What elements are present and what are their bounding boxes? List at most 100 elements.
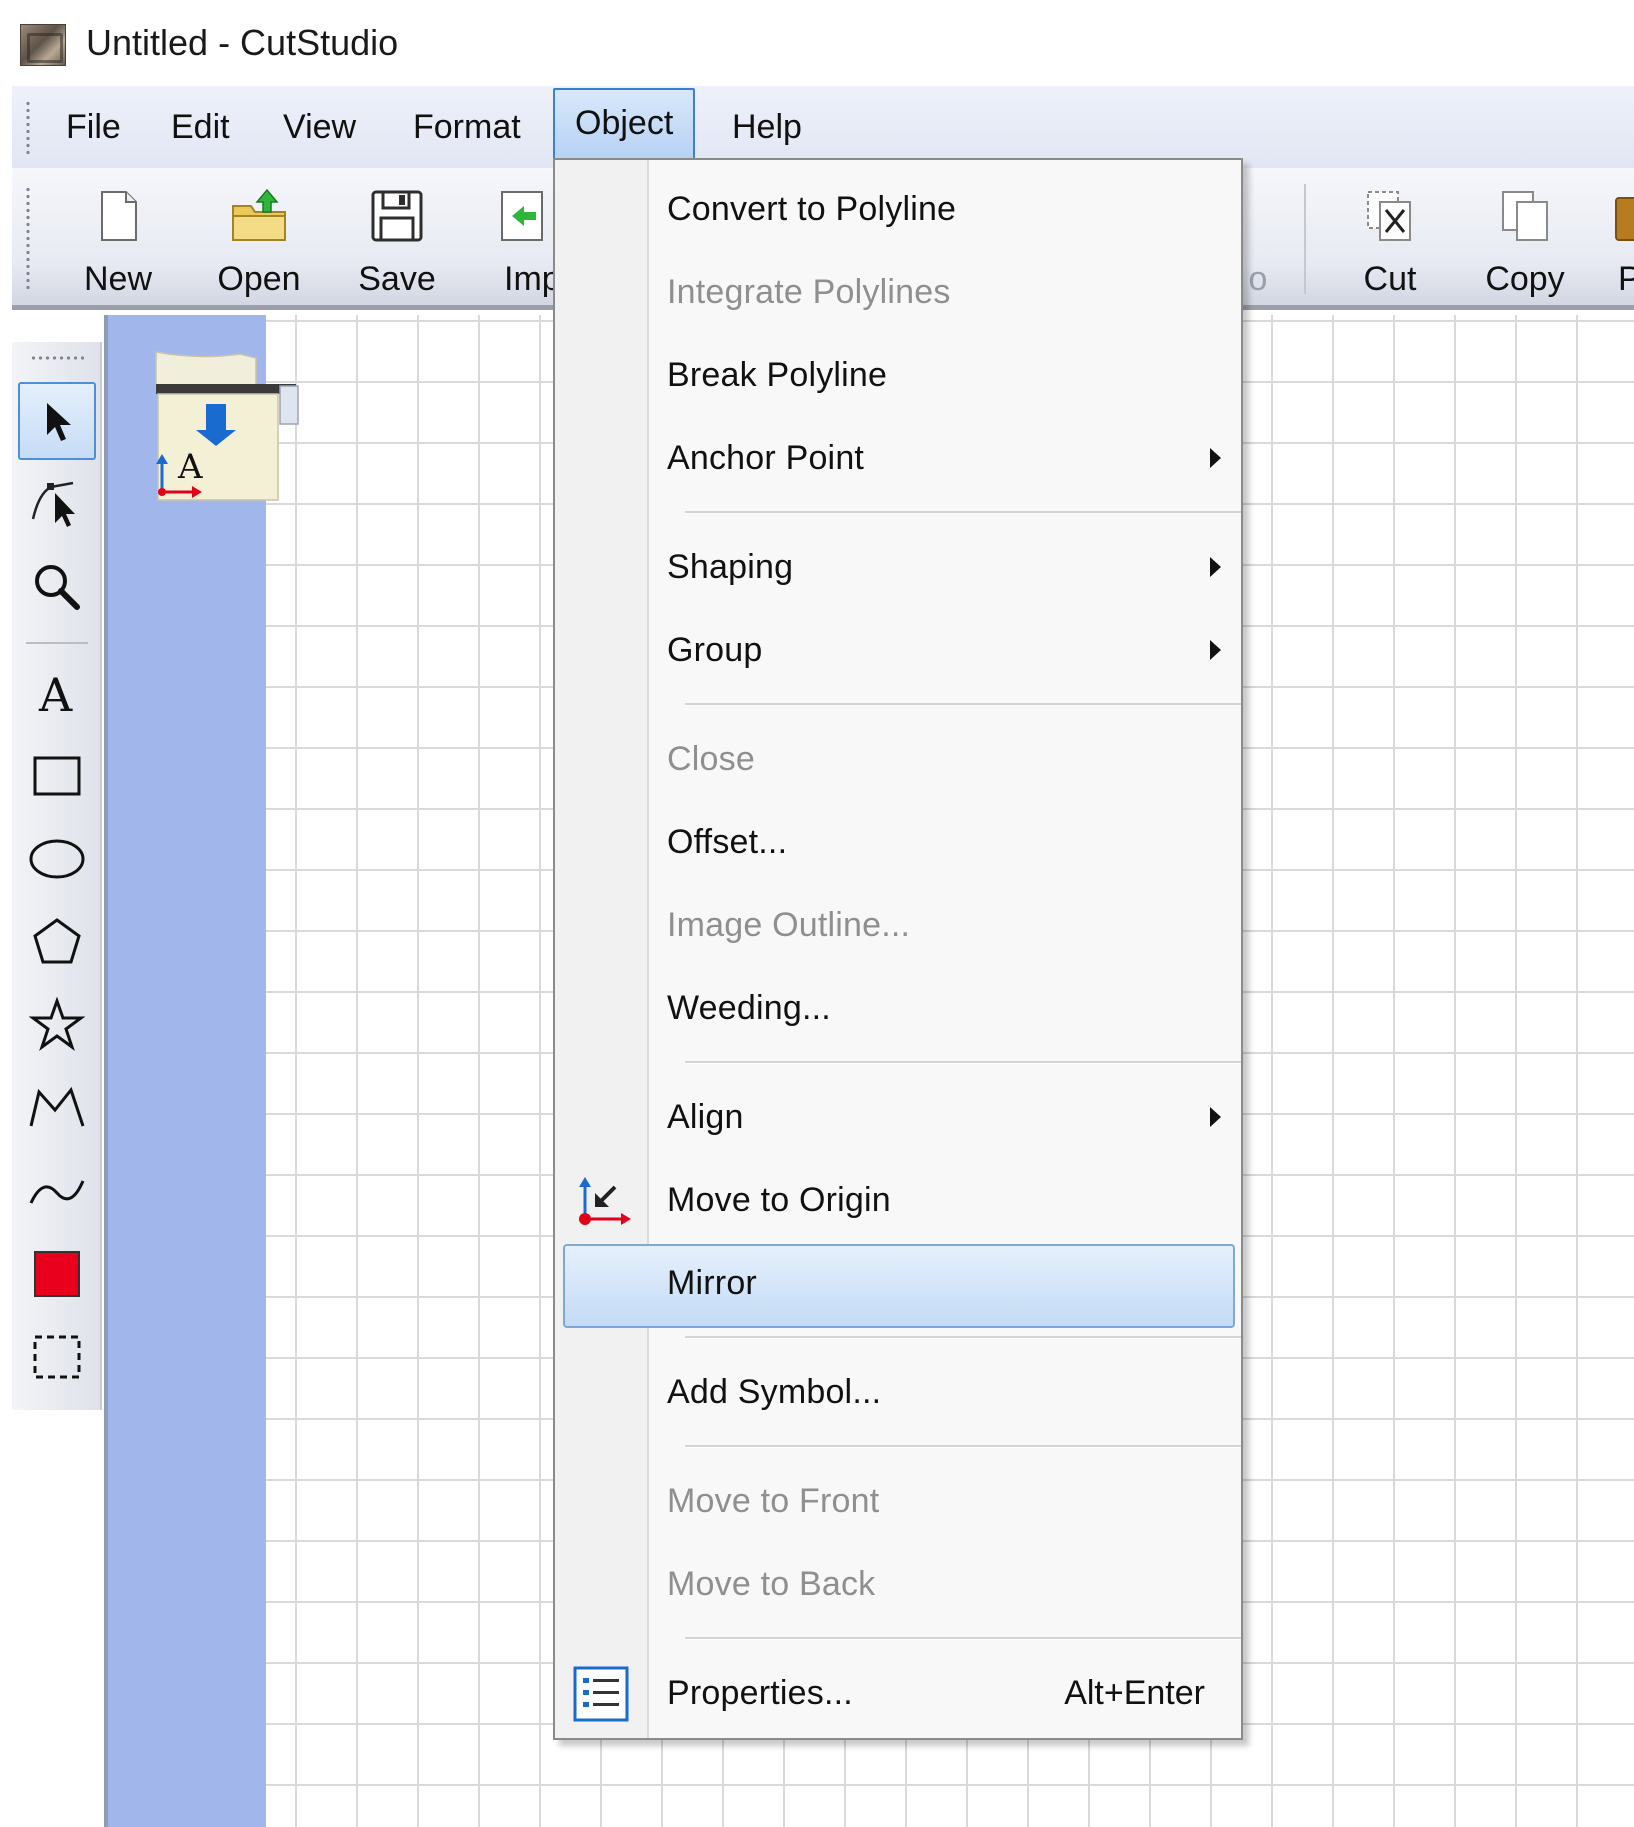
menu-item-label: Move to Front [667,1482,880,1520]
menu-item-move-to-origin[interactable]: Move to Origin [555,1159,1241,1241]
menu-item-break-polyline[interactable]: Break Polyline [555,334,1241,416]
menu-item-label: Properties... [667,1674,853,1712]
menu-item-properties[interactable]: Properties... Alt+Enter [555,1652,1241,1734]
new-button-label: New [83,260,153,298]
save-button-label: Save [358,260,436,298]
menu-separator [685,1061,1241,1064]
menu-item-label: Break Polyline [667,356,888,394]
copy-icon [1502,191,1548,241]
menu-item-label: Offset... [667,823,788,861]
zoom-icon [35,565,80,610]
ellipse-tool-icon [29,839,85,879]
menu-separator [685,1445,1241,1448]
menu-item-shaping[interactable]: Shaping [555,526,1241,608]
menu-item-label: Align [667,1098,744,1136]
cut-icon [1367,191,1411,241]
import-button[interactable]: Imp [482,168,562,310]
paste-button[interactable]: Pa [1604,168,1634,310]
menu-object[interactable]: Object [553,88,696,160]
rectangle-tool[interactable] [18,737,96,815]
menu-separator [685,1637,1241,1640]
cutting-machine-icon[interactable]: A [140,346,310,516]
curve-tool[interactable] [18,1152,96,1230]
menu-item-mirror[interactable]: Mirror [555,1242,1241,1328]
canvas-page-edge [104,315,108,1827]
menu-item-move-to-front: Move to Front [555,1460,1241,1542]
copy-button-label: Copy [1485,260,1565,298]
polygon-tool-icon [33,918,81,964]
svg-text:A: A [177,447,203,487]
text-tool-icon: A [38,668,73,721]
menu-item-label: Shaping [667,548,794,586]
partial-toolbar-button[interactable]: o [1238,168,1278,310]
move-to-origin-icon [579,1177,631,1225]
cut-button[interactable]: Cut [1330,168,1450,310]
menu-item-label: Anchor Point [667,439,865,477]
menu-item-label: Group [667,631,763,669]
menu-item-label: Add Symbol... [667,1373,882,1411]
menu-file[interactable]: File [66,86,121,168]
menu-item-convert-to-polyline[interactable]: Convert to Polyline [555,168,1241,250]
text-tool[interactable]: A [18,654,96,732]
open-button[interactable]: Open [196,168,322,310]
menu-separator [685,511,1241,514]
menu-item-move-to-back: Move to Back [555,1543,1241,1625]
menu-item-align[interactable]: Align [555,1076,1241,1158]
toolbar-grip[interactable] [26,186,30,290]
menu-view[interactable]: View [283,86,356,168]
ellipse-tool[interactable] [18,820,96,898]
cutstudio-app-icon [20,24,66,66]
canvas-page-strip [108,315,266,1827]
polygon-tool[interactable] [18,903,96,981]
new-document-icon [101,191,137,241]
menu-item-group[interactable]: Group [555,609,1241,691]
menu-item-shortcut: Alt+Enter [1064,1674,1205,1712]
zoom-tool[interactable] [18,548,96,626]
tool-palette-grip[interactable] [30,356,84,360]
menu-format[interactable]: Format [413,86,521,168]
paste-button-label: Pa [1618,260,1634,298]
open-folder-icon [232,188,286,241]
menu-item-integrate-polylines: Integrate Polylines [555,251,1241,333]
menu-item-label: Image Outline... [667,906,911,944]
star-tool[interactable] [18,986,96,1064]
marquee-select-icon [33,1335,81,1379]
import-icon [501,191,543,241]
fill-color-icon [34,1251,80,1297]
open-button-label: Open [217,260,301,298]
window-title: Untitled - CutStudio [86,22,399,63]
properties-list-icon [573,1666,629,1722]
curve-tool-icon [29,1180,85,1204]
menu-separator [685,1336,1241,1339]
menu-item-anchor-point[interactable]: Anchor Point [555,417,1241,499]
menubar-grip[interactable] [26,100,30,154]
save-button[interactable]: Save [342,168,452,310]
paste-icon [1615,197,1634,241]
menu-item-weeding[interactable]: Weeding... [555,967,1241,1049]
menu-help[interactable]: Help [732,86,802,168]
save-floppy-icon [371,190,423,242]
submenu-arrow-icon [1210,557,1221,577]
svg-text:A: A [38,668,73,721]
menu-edit[interactable]: Edit [171,86,230,168]
menu-bar: File Edit View Format Object Help [12,86,1634,168]
submenu-arrow-icon [1210,1107,1221,1127]
copy-button[interactable]: Copy [1460,168,1590,310]
toolbar-separator [1304,184,1306,294]
star-tool-icon [29,997,85,1051]
menu-item-add-symbol[interactable]: Add Symbol... [555,1351,1241,1433]
menu-item-label: Weeding... [667,989,831,1027]
select-arrow-icon [47,403,71,441]
menu-item-close: Close [555,718,1241,800]
node-edit-tool[interactable] [18,464,96,542]
select-tool[interactable] [18,382,96,460]
menu-item-label: Mirror [667,1264,757,1302]
menu-item-label: Integrate Polylines [667,273,951,311]
new-button[interactable]: New [62,168,174,310]
tool-separator [26,642,88,644]
polyline-tool[interactable] [18,1069,96,1147]
menu-item-offset[interactable]: Offset... [555,801,1241,883]
menu-item-image-outline: Image Outline... [555,884,1241,966]
marquee-select-tool[interactable] [18,1318,96,1396]
fill-color-tool[interactable] [18,1235,96,1313]
